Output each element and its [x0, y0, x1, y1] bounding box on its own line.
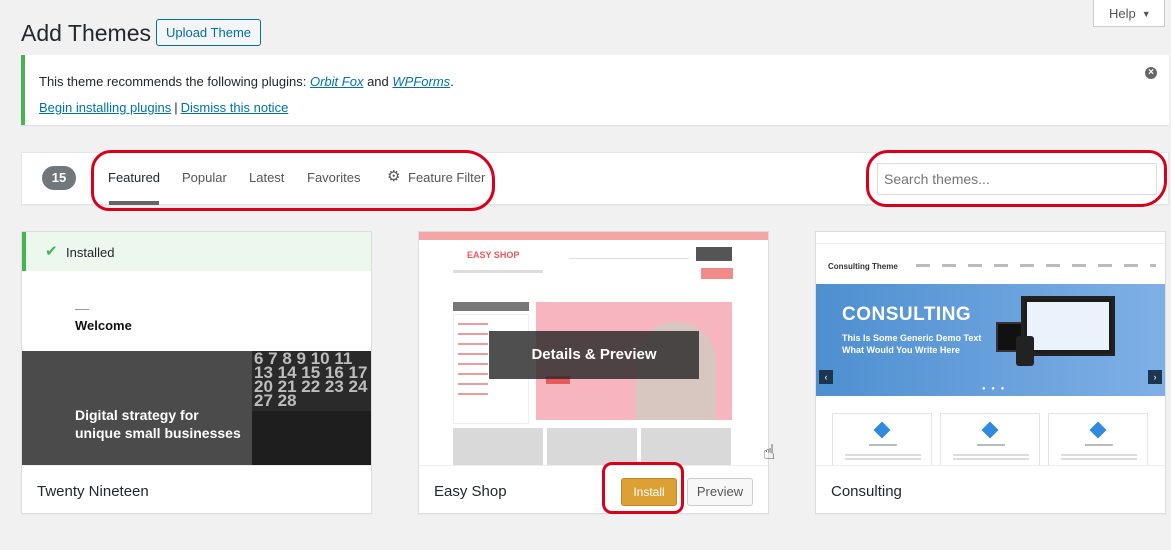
theme-name-bar: Consulting [816, 465, 1165, 513]
page-title: Add Themes [21, 20, 151, 46]
preview-topbar [816, 232, 1165, 244]
theme-name-bar: Easy Shop Install Preview [419, 465, 768, 513]
preview-plant-image [252, 411, 371, 465]
tab-feature-filter[interactable]: Feature Filter [408, 170, 485, 185]
preview-feature-card [1048, 413, 1148, 465]
preview-tagline: Digital strategy for unique small busine… [75, 406, 241, 442]
preview-tagline-line: unique small businesses [75, 425, 241, 441]
tab-latest[interactable]: Latest [249, 170, 284, 185]
notice-message: This theme recommends the following plug… [39, 74, 454, 89]
preview-heading: Welcome [75, 318, 132, 333]
tab-favorites[interactable]: Favorites [307, 170, 360, 185]
caret-down-icon: ▼ [1141, 9, 1151, 19]
plugin-notice: This theme recommends the following plug… [21, 55, 1169, 125]
preview-nav: Consulting Theme [816, 244, 1165, 284]
help-tab[interactable]: Help ▼ [1093, 0, 1165, 27]
preview-subtext-line: This Is Some Generic Demo Text [842, 333, 982, 343]
orbit-fox-link[interactable]: Orbit Fox [310, 74, 363, 89]
install-button[interactable]: Install [621, 478, 677, 506]
theme-name: Easy Shop [434, 483, 507, 500]
theme-screenshot[interactable]: Welcome 6 7 8 9 10 11 13 14 15 16 17 20 … [22, 232, 371, 465]
theme-name-bar: Twenty Nineteen [22, 465, 371, 513]
preview-product [547, 428, 637, 465]
preview-product [453, 428, 543, 465]
gear-icon[interactable]: ⚙ [387, 169, 403, 185]
dismiss-notice-link[interactable]: Dismiss this notice [181, 100, 289, 115]
preview-brand: Consulting Theme [828, 262, 898, 271]
preview-calendar: 6 7 8 9 10 11 13 14 15 16 17 20 21 22 23… [252, 351, 371, 411]
theme-name: Twenty Nineteen [37, 483, 149, 500]
theme-card-consulting[interactable]: Consulting Theme CONSULTING This Is Some… [815, 231, 1166, 514]
notice-actions: Begin installing plugins | Dismiss this no… [39, 100, 288, 115]
installed-label: Installed [66, 245, 115, 260]
preview-category-header [453, 302, 529, 311]
preview-button[interactable]: Preview [687, 478, 753, 506]
check-icon: ✔ [45, 243, 58, 260]
close-icon[interactable]: × [1145, 67, 1157, 79]
search-themes-input[interactable] [877, 163, 1157, 195]
preview-cart-button [701, 268, 733, 279]
notice-prefix: This theme recommends the following plug… [39, 74, 307, 89]
preview-subtext: This Is Some Generic Demo Text What Woul… [842, 332, 981, 356]
divider [75, 309, 89, 310]
preview-subtext-line: What Would You Write Here [842, 345, 960, 355]
preview-heading: CONSULTING [842, 304, 972, 325]
preview-nav [453, 270, 543, 273]
preview-cart [696, 247, 732, 261]
upload-theme-button[interactable]: Upload Theme [156, 19, 261, 46]
preview-tagline-line: Digital strategy for [75, 407, 199, 423]
theme-card-twenty-nineteen[interactable]: Welcome 6 7 8 9 10 11 13 14 15 16 17 20 … [21, 231, 372, 514]
hand-cursor-icon: ☝ [763, 442, 776, 464]
tab-popular[interactable]: Popular [182, 170, 227, 185]
preview-hero: CONSULTING This Is Some Generic Demo Tex… [816, 284, 1165, 396]
theme-filter-bar: 15 Featured Popular Latest Favorites ⚙ F… [21, 152, 1169, 205]
theme-screenshot[interactable]: Consulting Theme CONSULTING This Is Some… [816, 232, 1165, 465]
preview-logo: EASY SHOP [467, 250, 520, 260]
chevron-left-icon: ‹ [819, 370, 833, 384]
preview-monitor [1021, 296, 1115, 356]
preview-hero: 6 7 8 9 10 11 13 14 15 16 17 20 21 22 23… [22, 351, 371, 465]
preview-topbar [419, 232, 768, 240]
theme-count-badge: 15 [42, 166, 76, 190]
installed-badge: ✔ Installed [22, 232, 371, 271]
preview-product [641, 428, 731, 465]
active-tab-indicator [109, 201, 159, 205]
theme-name: Consulting [831, 483, 902, 500]
theme-card-easy-shop[interactable]: EASY SHOP Details & Preview Easy Shop In… [418, 231, 769, 514]
preview-nav-links [916, 264, 1156, 267]
notice-suffix: . [450, 74, 454, 89]
details-preview-button[interactable]: Details & Preview [489, 331, 699, 379]
tab-featured[interactable]: Featured [108, 170, 160, 185]
preview-search [569, 250, 689, 259]
wpforms-link[interactable]: WPForms [392, 74, 450, 89]
preview-feature-card [940, 413, 1040, 465]
preview-phone [1016, 336, 1034, 366]
chevron-right-icon: › [1148, 370, 1162, 384]
slider-dots: ● ● ● [982, 386, 1007, 392]
begin-installing-link[interactable]: Begin installing plugins [39, 100, 171, 115]
theme-screenshot[interactable]: EASY SHOP Details & Preview [419, 232, 768, 465]
help-label: Help [1109, 6, 1136, 21]
notice-and: and [367, 74, 389, 89]
separator: | [174, 100, 178, 115]
preview-feature-card [832, 413, 932, 465]
